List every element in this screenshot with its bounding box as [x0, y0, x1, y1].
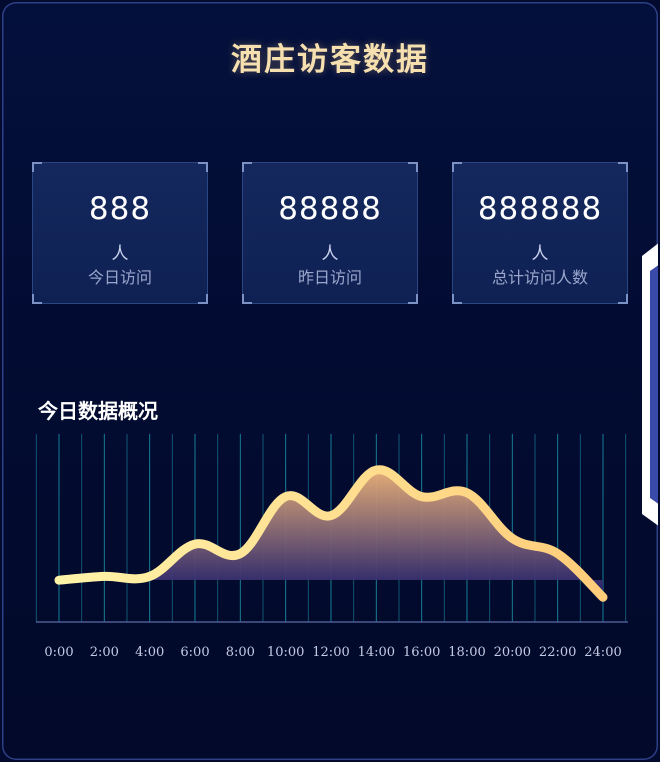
data-point-10:00 — [283, 494, 289, 500]
x-tick-label: 6:00 — [180, 645, 209, 660]
data-point-16:00 — [419, 494, 425, 500]
data-point-14:00 — [373, 467, 379, 473]
x-tick-label: 24:00 — [584, 645, 621, 660]
data-point-8:00 — [237, 551, 243, 557]
data-point-6:00 — [192, 541, 198, 547]
x-tick-label: 20:00 — [494, 645, 531, 660]
x-tick-label: 0:00 — [44, 645, 73, 660]
x-tick-label: 14:00 — [358, 645, 395, 660]
x-tick-label: 18:00 — [448, 645, 485, 660]
data-point-0:00 — [56, 577, 62, 583]
x-tick-label: 10:00 — [267, 645, 304, 660]
visitor-area-chart: 0:00 2:00 4:00 6:00 8:00 10:00 12:00 14:00 16:00… — [35, 434, 628, 660]
x-tick-label: 12:00 — [312, 645, 349, 660]
data-point-20:00 — [509, 535, 515, 541]
x-tick-label: 4:00 — [135, 645, 164, 660]
dashboard-panel: 酒庄访客数据 888 人 今日访问 88888 人 昨日访问 888888 人 … — [2, 2, 658, 760]
data-point-24:00 — [600, 594, 606, 600]
data-point-4:00 — [147, 573, 153, 579]
data-point-18:00 — [464, 490, 470, 496]
x-tick-label: 16:00 — [403, 645, 440, 660]
x-tick-label: 8:00 — [226, 645, 255, 660]
x-tick-label: 2:00 — [90, 645, 119, 660]
x-tick-label: 22:00 — [539, 645, 576, 660]
data-point-2:00 — [101, 573, 107, 579]
data-point-22:00 — [555, 551, 561, 557]
data-point-12:00 — [328, 513, 334, 519]
